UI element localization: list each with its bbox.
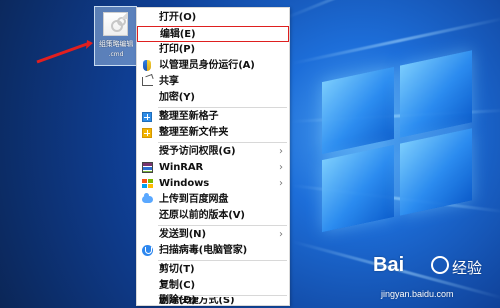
desktop: 组策略编辑 .cmd 打开(O) 编辑(E) 打印(P) 以管理员身份运行(A)… (0, 0, 500, 308)
menu-item-label: 编辑(E) (160, 29, 196, 40)
jingyan-text: 经验 (452, 259, 483, 277)
menu-item-label: 以管理员身份运行(A) (159, 60, 255, 71)
chevron-right-icon: › (279, 229, 283, 240)
menu-item-label: 加密(Y) (159, 92, 195, 103)
menu-item-print[interactable]: 打印(P) (137, 42, 289, 58)
windows-logo-pane (322, 66, 394, 155)
chevron-right-icon: › (279, 146, 283, 157)
menu-item-cut[interactable]: 剪切(T) (137, 262, 289, 278)
menu-item-label: WinRAR (159, 162, 204, 173)
menu-item-label: 打开(O) (159, 12, 197, 23)
menu-item-label: 剪切(T) (159, 264, 195, 275)
menu-item-windows[interactable]: Windows › (137, 176, 289, 192)
windows-icon (142, 179, 153, 189)
menu-item-encrypt[interactable]: 加密(Y) (137, 90, 289, 106)
file-sublabel: .cmd (108, 51, 124, 58)
windows-logo (322, 50, 474, 242)
menu-item-label: 授予访问权限(G) (159, 146, 236, 157)
watermark-url: jingyan.baidu.com (381, 289, 454, 299)
file-icon (103, 12, 128, 36)
menu-item-label: 发送到(N) (159, 229, 206, 240)
windows-logo-pane (400, 50, 472, 138)
menu-item-winrar[interactable]: WinRAR › (137, 160, 289, 176)
chevron-right-icon: › (279, 178, 283, 189)
winrar-icon (142, 162, 153, 173)
menu-item-organize-grid[interactable]: 整理至新格子 (137, 109, 289, 125)
menu-item-label: 删除(D) (159, 295, 196, 306)
light-beam (281, 0, 496, 21)
windows-logo-pane (400, 128, 472, 216)
menu-separator (158, 260, 287, 261)
menu-item-upload-baidu[interactable]: 上传到百度网盘 (137, 192, 289, 208)
menu-item-edit[interactable]: 编辑(E) (137, 26, 289, 42)
shield-icon (142, 245, 153, 256)
chevron-right-icon: › (279, 162, 283, 173)
menu-item-copy[interactable]: 复制(C) (137, 278, 289, 294)
menu-item-label: 复制(C) (159, 280, 195, 291)
menu-separator (158, 107, 287, 108)
menu-item-label: 共享 (159, 76, 179, 87)
menu-item-label: 上传到百度网盘 (159, 194, 229, 205)
menu-item-label: 打印(P) (159, 44, 195, 55)
shield-icon (143, 60, 151, 71)
baidu-brand: Bai (373, 254, 405, 276)
cloud-icon (142, 193, 153, 203)
add-grid-icon (142, 112, 152, 122)
menu-item-open[interactable]: 打开(O) (137, 10, 289, 26)
menu-item-restore-versions[interactable]: 还原以前的版本(V) (137, 208, 289, 224)
menu-item-label: 整理至新文件夹 (159, 127, 229, 138)
gear-icon (117, 17, 126, 26)
menu-item-label: 还原以前的版本(V) (159, 210, 245, 221)
context-menu: 打开(O) 编辑(E) 打印(P) 以管理员身份运行(A) 共享 加密(Y) 整… (136, 7, 290, 306)
menu-item-share[interactable]: 共享 (137, 74, 289, 90)
windows-logo-pane (322, 144, 394, 233)
menu-item-label: 扫描病毒(电脑管家) (159, 245, 248, 256)
menu-item-grant-access[interactable]: 授予访问权限(G) › (137, 144, 289, 160)
menu-item-run-as-admin[interactable]: 以管理员身份运行(A) (137, 58, 289, 74)
add-folder-icon (142, 128, 152, 138)
desktop-file[interactable]: 组策略编辑 .cmd (94, 6, 137, 66)
paw-icon (431, 256, 449, 274)
menu-item-send-to[interactable]: 发送到(N) › (137, 227, 289, 243)
menu-item-scan-virus[interactable]: 扫描病毒(电脑管家) (137, 243, 289, 259)
share-icon (142, 77, 153, 86)
menu-item-label: 整理至新格子 (159, 111, 219, 122)
menu-separator (158, 225, 287, 226)
file-label: 组策略编辑 (99, 40, 133, 48)
menu-item-label: Windows (159, 178, 210, 189)
menu-item-organize-folder[interactable]: 整理至新文件夹 (137, 125, 289, 141)
red-arrow-icon (36, 40, 93, 64)
menu-separator (158, 142, 287, 143)
